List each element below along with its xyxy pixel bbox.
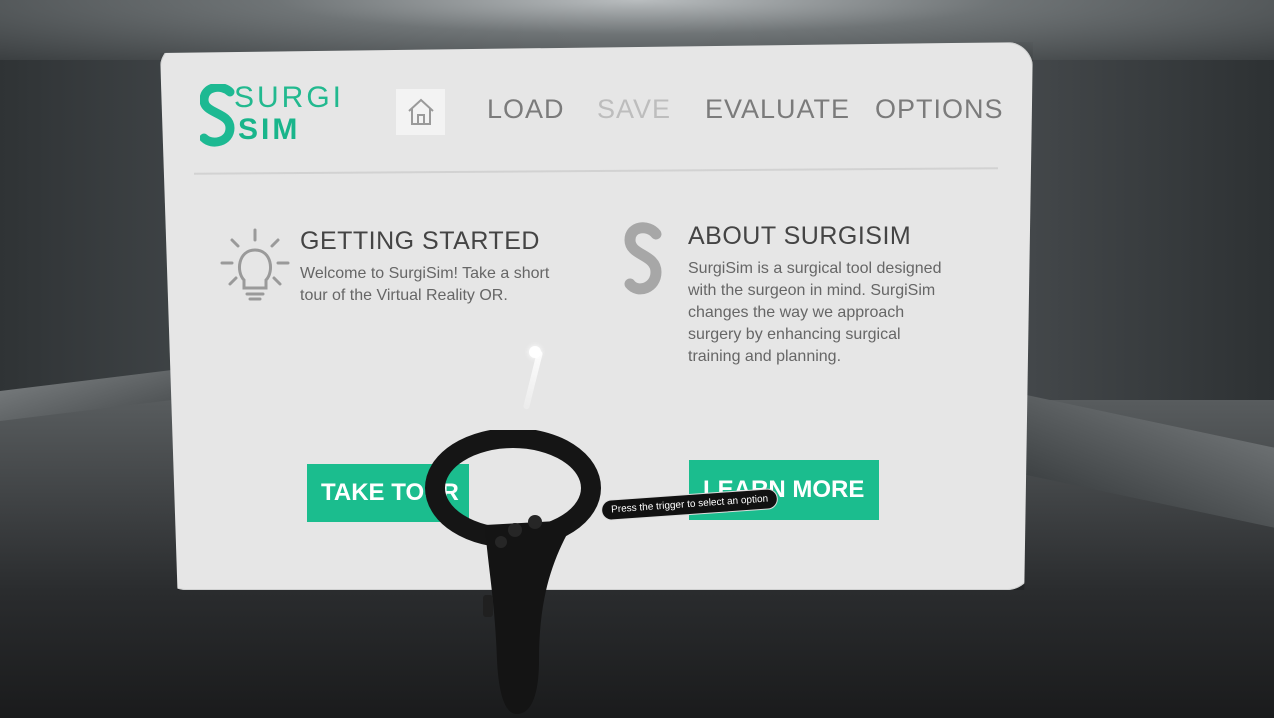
home-button[interactable] <box>396 89 445 135</box>
about-line1: SurgiSim is a surgical tool designed <box>688 260 942 277</box>
about-line3: changes the way we approach <box>688 304 905 321</box>
getting-started-line1: Welcome to SurgiSim! Take a short <box>300 265 550 282</box>
nav-evaluate[interactable]: EVALUATE <box>705 94 850 125</box>
lightbulb-icon <box>220 228 290 301</box>
about-title: ABOUT SURGISIM <box>688 222 912 250</box>
getting-started-line2: tour of the Virtual Reality OR. <box>300 287 508 304</box>
logo-line1: SURGI <box>234 81 345 114</box>
about-line4: surgery by enhancing surgical <box>688 326 901 343</box>
vr-controller-icon[interactable] <box>425 430 615 718</box>
surgisim-logo-icon <box>624 222 662 295</box>
about-line2: with the surgeon in mind. SurgiSim <box>688 282 936 299</box>
logo-text: SURGI SIM <box>234 82 344 146</box>
nav-load[interactable]: LOAD <box>487 94 565 125</box>
pointer-cursor <box>529 346 541 358</box>
getting-started-title: GETTING STARTED <box>300 227 540 255</box>
about-text: SurgiSim is a surgical tool designed wit… <box>688 258 941 368</box>
nav-save[interactable]: SAVE <box>597 94 671 125</box>
getting-started-text: Welcome to SurgiSim! Take a short tour o… <box>300 263 549 307</box>
home-icon <box>407 98 434 125</box>
nav-options[interactable]: OPTIONS <box>875 94 1004 125</box>
logo-line2: SIM <box>238 113 301 146</box>
surgisim-s-icon <box>200 84 235 147</box>
about-line5: training and planning. <box>688 348 842 365</box>
surgisim-logo: SURGI SIM <box>200 82 360 152</box>
